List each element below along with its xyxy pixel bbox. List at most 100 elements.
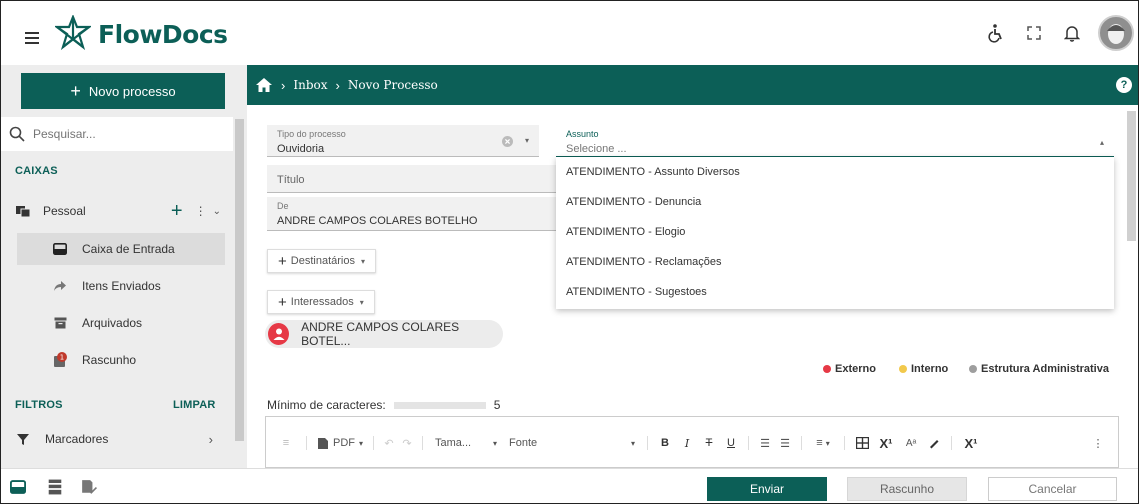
chevron-down-icon[interactable]: ⌄	[213, 206, 221, 217]
editor-toolbar: ≡ PDF ▾ ↶ ↷ Tama... ▾ Fonte ▾ B I T U ☰ …	[266, 431, 1118, 455]
main-scrollbar[interactable]	[1127, 111, 1136, 241]
fullscreen-icon[interactable]	[1022, 21, 1046, 45]
sidebar-item-arquivados[interactable]: Arquivados	[17, 307, 225, 339]
assunto-option[interactable]: ATENDIMENTO - Assunto Diversos	[556, 157, 1114, 187]
send-button[interactable]: Enviar	[707, 477, 827, 501]
superscript-button[interactable]: X¹	[873, 431, 899, 455]
header-icons	[984, 13, 1138, 53]
numbered-list-icon[interactable]: ☰	[755, 431, 775, 455]
accessibility-icon[interactable]	[984, 21, 1008, 45]
toolbar-divider	[844, 436, 846, 450]
edit-document-icon[interactable]	[81, 479, 97, 495]
tipo-processo-select[interactable]: Tipo do processo Ouvidoria ▾	[267, 125, 539, 157]
draft-badge: 1	[60, 354, 64, 362]
bullet-list-icon[interactable]: ☰	[775, 431, 795, 455]
assunto-option[interactable]: ATENDIMENTO - Sugestoes	[556, 277, 1114, 307]
sidebar-item-rascunho[interactable]: 1 Rascunho	[17, 344, 225, 376]
font-family-label: Fonte	[509, 437, 538, 449]
sidebar-scrollbar[interactable]	[235, 119, 244, 441]
table-icon[interactable]	[851, 431, 873, 455]
redo-icon[interactable]: ↷	[398, 431, 416, 455]
plus-icon: +	[278, 252, 287, 270]
cancel-button[interactable]: Cancelar	[988, 477, 1117, 501]
pessoal-label: Pessoal	[43, 204, 86, 218]
limpar-link[interactable]: LIMPAR	[173, 399, 216, 411]
italic-button[interactable]: I	[676, 431, 698, 455]
font-size-select[interactable]: Tama... ▾	[429, 431, 503, 455]
toolbar-divider	[422, 436, 424, 450]
caret-down-icon: ▾	[631, 438, 636, 448]
underline-button[interactable]: U	[720, 431, 742, 455]
de-label: De	[277, 201, 289, 211]
interessado-name: ANDRE CAMPOS COLARES BOTEL...	[301, 320, 460, 348]
assunto-option[interactable]: ATENDIMENTO - Denuncia	[556, 187, 1114, 217]
externo-dot	[823, 365, 831, 373]
more-vert-icon[interactable]: ⋮	[195, 204, 207, 218]
new-process-label: Novo processo	[88, 83, 176, 99]
app-window: FlowDocs + Novo processo CAIXA	[0, 0, 1139, 504]
sidebar-item-label: Arquivados	[82, 316, 143, 330]
sidebar-item-caixa-de-entrada[interactable]: Caixa de Entrada	[17, 233, 225, 265]
pessoal-row[interactable]: Pessoal + ⋮ ⌄	[1, 195, 233, 227]
interessados-label: Interessados	[290, 296, 354, 308]
user-avatar[interactable]	[1098, 15, 1134, 51]
pdf-button[interactable]: PDF ▾	[313, 431, 367, 455]
breadcrumb-novo-processo: Novo Processo	[347, 78, 438, 92]
caret-down-icon: ▾	[359, 438, 364, 448]
rich-text-editor[interactable]: ≡ PDF ▾ ↶ ↷ Tama... ▾ Fonte ▾ B I T U ☰ …	[265, 416, 1119, 468]
font-size-label: Tama...	[435, 437, 472, 449]
pdf-label: PDF	[333, 437, 355, 449]
search-icon	[9, 126, 25, 142]
toolbar-divider	[647, 436, 649, 450]
search-input[interactable]	[33, 127, 213, 141]
min-chars-label: Mínimo de caracteres:	[267, 398, 386, 412]
save-draft-button[interactable]: Rascunho	[847, 477, 967, 501]
sidebar-item-itens-enviados[interactable]: Itens Enviados	[17, 270, 225, 302]
caret-down-icon[interactable]: ▾	[525, 136, 529, 145]
filter-icon	[17, 433, 29, 445]
bell-icon[interactable]	[1060, 21, 1084, 45]
inbox-icon	[52, 241, 68, 257]
menu-icon[interactable]: ≡	[272, 431, 300, 455]
assunto-option[interactable]: ATENDIMENTO - Reclamações	[556, 247, 1114, 277]
assunto-placeholder: Selecione ...	[566, 143, 627, 155]
help-icon[interactable]: ?	[1116, 77, 1132, 93]
assunto-option[interactable]: ATENDIMENTO - Elogio	[556, 217, 1114, 247]
titulo-input[interactable]: Título	[267, 165, 567, 193]
more-vert-icon[interactable]: ⋮	[1088, 431, 1108, 455]
de-value: ANDRE CAMPOS COLARES BOTELHO	[277, 215, 478, 227]
caret-down-icon: ▾	[360, 256, 365, 266]
chevron-right-icon: ›	[281, 77, 286, 93]
undo-icon[interactable]: ↶	[380, 431, 398, 455]
inbox-icon[interactable]	[10, 479, 26, 495]
bold-button[interactable]: B	[654, 431, 676, 455]
titulo-placeholder: Título	[277, 174, 305, 186]
menu-icon[interactable]	[25, 32, 39, 44]
font-color-button[interactable]: Aᵃ	[899, 431, 923, 455]
sidebar-item-label: Caixa de Entrada	[82, 242, 175, 256]
archive-stack-icon[interactable]	[47, 479, 63, 495]
strikethrough-button[interactable]: T	[698, 431, 720, 455]
breadcrumb-inbox[interactable]: Inbox	[293, 78, 327, 92]
assunto-select[interactable]: Assunto Selecione ... ▴	[556, 125, 1114, 157]
clear-icon[interactable]	[502, 136, 513, 147]
add-destinatarios-button[interactable]: + Destinatários ▾	[267, 249, 376, 273]
bottom-bar: Enviar Rascunho Cancelar	[1, 468, 1138, 503]
home-icon[interactable]	[255, 77, 273, 93]
subscript-button[interactable]: X¹	[958, 431, 984, 455]
interessado-chip[interactable]: ANDRE CAMPOS COLARES BOTEL...	[265, 320, 503, 348]
add-box-icon[interactable]: +	[171, 201, 183, 221]
align-icon[interactable]: ≡ ▾	[808, 431, 838, 455]
highlighter-icon[interactable]	[923, 431, 945, 455]
sidebar: + Novo processo CAIXAS Pessoal + ⋮ ⌄ Cai…	[1, 65, 247, 468]
marcadores-row[interactable]: Marcadores ›	[1, 425, 233, 453]
new-process-button[interactable]: + Novo processo	[21, 73, 225, 109]
caret-up-icon[interactable]: ▴	[1100, 138, 1104, 147]
legend-label: Externo	[835, 363, 876, 375]
legend-interno: Interno	[899, 363, 948, 375]
add-interessados-button[interactable]: + Interessados ▾	[267, 290, 375, 314]
plus-icon: +	[70, 81, 81, 101]
plus-icon: +	[278, 293, 287, 311]
font-family-select[interactable]: Fonte ▾	[503, 431, 641, 455]
sidebar-search	[1, 117, 233, 151]
